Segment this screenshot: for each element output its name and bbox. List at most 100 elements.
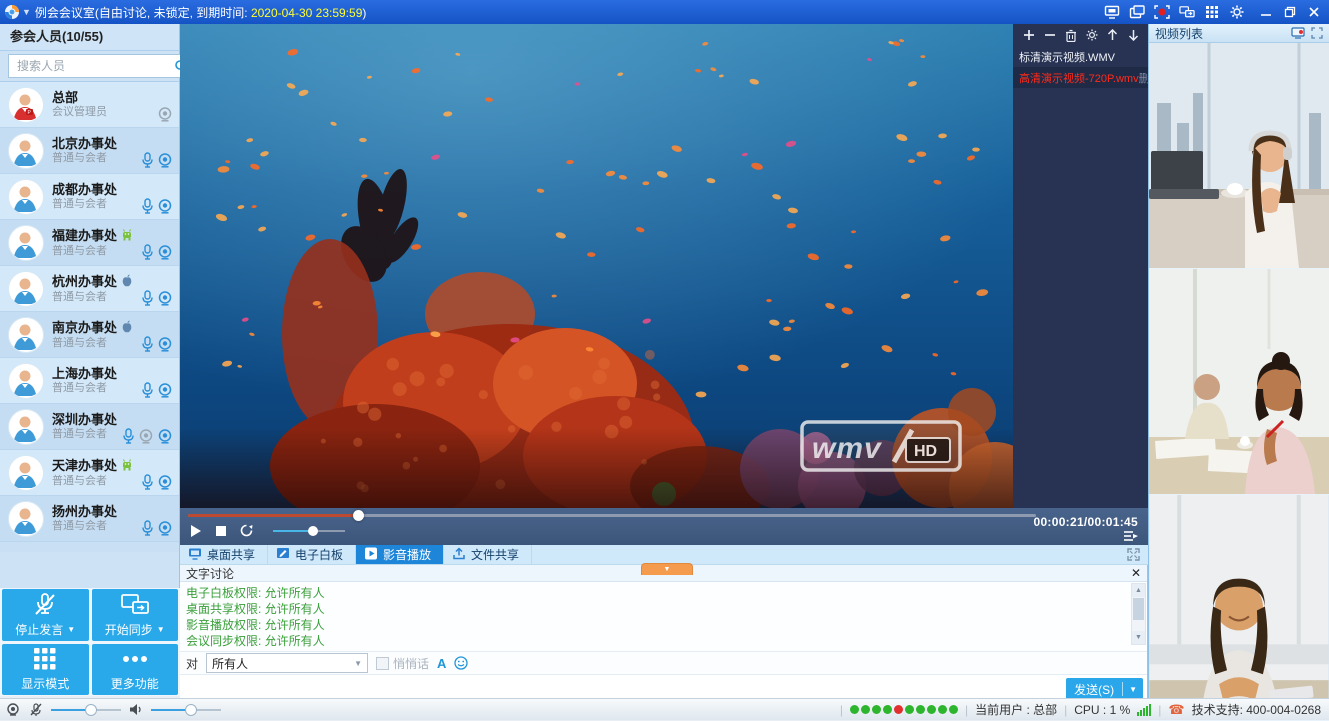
mic-icon[interactable] (122, 428, 135, 444)
action-more-button[interactable]: 更多功能 (92, 644, 179, 696)
webcam-icon[interactable] (157, 337, 173, 352)
participant-row[interactable]: 扬州办事处 普通与会者 (0, 496, 179, 542)
participant-row[interactable]: 北京办事处 普通与会者 (0, 128, 179, 174)
webcam-icon[interactable] (157, 291, 173, 306)
loop-icon[interactable] (240, 524, 253, 537)
search-box[interactable] (8, 54, 193, 78)
chat-collapse-handle[interactable]: ▼ (641, 563, 693, 575)
settings-icon[interactable] (1229, 4, 1245, 20)
player-volume-slider[interactable] (273, 530, 345, 532)
chevron-down-icon[interactable]: ▼ (157, 625, 165, 634)
participant-row[interactable]: P 总部 会议管理员 (0, 82, 179, 128)
status-dot-green (927, 705, 936, 714)
up-icon[interactable] (1106, 29, 1119, 42)
down-icon[interactable] (1127, 29, 1140, 42)
participant-row[interactable]: 深圳办事处 普通与会者 (0, 404, 179, 450)
webcam-icon[interactable] (157, 475, 173, 490)
minimize-icon[interactable] (1259, 5, 1273, 19)
video-thumbnail-2[interactable] (1149, 269, 1329, 495)
mic-volume-slider[interactable] (51, 709, 121, 711)
tab-file[interactable]: 文件共享 (444, 545, 532, 564)
add-icon[interactable] (1022, 29, 1035, 42)
participant-row[interactable]: 上海办事处 普通与会者 (0, 358, 179, 404)
search-input[interactable] (15, 58, 174, 74)
mic-muted-icon[interactable] (29, 703, 43, 717)
whisper-checkbox[interactable] (376, 657, 389, 670)
webcam-icon[interactable] (157, 521, 173, 536)
trash-icon[interactable] (1064, 29, 1077, 42)
webcam-icon[interactable] (157, 153, 173, 168)
webcam-gray-icon[interactable] (138, 429, 154, 444)
mic-icon[interactable] (141, 290, 154, 306)
close-icon[interactable] (1307, 5, 1321, 19)
playlist-item[interactable]: 标清演示视频.WMV (1013, 46, 1148, 67)
to-label: 对 (186, 655, 198, 672)
chevron-down-icon[interactable]: ▼ (67, 625, 75, 634)
webcam-icon[interactable] (157, 429, 173, 444)
scroll-up-icon[interactable]: ▲ (1132, 584, 1145, 597)
progress-bar[interactable] (188, 514, 1036, 517)
speaker-volume-slider[interactable] (151, 709, 221, 711)
font-style-button[interactable]: A (437, 656, 446, 671)
maximize-icon[interactable] (1283, 5, 1297, 19)
monitor-icon[interactable] (1291, 27, 1305, 39)
scroll-thumb[interactable] (1133, 598, 1144, 620)
playlist-delete-link[interactable]: 删除 (1139, 70, 1148, 86)
play-icon[interactable] (190, 525, 202, 537)
close-icon[interactable]: ✕ (1131, 567, 1141, 579)
participant-row[interactable]: 福建办事处 普通与会者 (0, 220, 179, 266)
mic-icon[interactable] (141, 520, 154, 536)
cast-icon[interactable] (1179, 4, 1195, 20)
webcam-gray-icon[interactable] (157, 107, 173, 122)
mic-icon[interactable] (141, 244, 154, 260)
mic-icon[interactable] (141, 336, 154, 352)
player-volume-knob[interactable] (308, 526, 318, 536)
stop-icon[interactable] (216, 526, 226, 536)
tab-desktop[interactable]: 桌面共享 (180, 545, 268, 564)
tab-media[interactable]: 影音播放 (356, 545, 444, 564)
chat-message: 电子白板权限: 允许所有人 (186, 585, 1129, 601)
webcam-icon[interactable] (157, 245, 173, 260)
send-options-caret[interactable]: ▼ (1123, 685, 1143, 694)
participant-name: 南京办事处 (52, 320, 117, 335)
participant-name: 成都办事处 (52, 182, 117, 197)
remove-icon[interactable] (1043, 29, 1056, 42)
whisper-option[interactable]: 悄悄话 (376, 655, 429, 672)
video-thumbnail-3[interactable] (1149, 495, 1329, 721)
webcam-icon[interactable] (6, 703, 21, 717)
recipient-select[interactable]: 所有人 ▼ (206, 653, 368, 673)
expand-icon[interactable] (1311, 27, 1323, 39)
playlist-item[interactable]: 高清演示视频-720P.wmv删除 (1013, 67, 1148, 88)
screen-share-icon[interactable] (1104, 4, 1120, 20)
action-mic-off-button[interactable]: 停止发言▼ (2, 589, 89, 641)
participant-row[interactable]: 天津办事处 普通与会者 (0, 450, 179, 496)
send-button[interactable]: 发送(S) ▼ (1066, 678, 1143, 700)
participant-role: 会议管理员 (52, 106, 157, 119)
playlist-toggle-icon[interactable] (1123, 530, 1138, 542)
scroll-down-icon[interactable]: ▼ (1132, 631, 1145, 644)
participant-row[interactable]: 南京办事处 普通与会者 (0, 312, 179, 358)
record-icon[interactable] (1154, 4, 1170, 20)
tab-whiteboard[interactable]: 电子白板 (268, 545, 356, 564)
action-grid-button[interactable]: 显示模式 (2, 644, 89, 696)
participant-name: 深圳办事处 (52, 412, 117, 427)
webcam-icon[interactable] (157, 199, 173, 214)
speaker-icon[interactable] (129, 703, 143, 716)
emoji-button[interactable] (454, 656, 468, 670)
settings-icon[interactable] (1085, 29, 1098, 42)
layout-icon[interactable] (1129, 4, 1145, 20)
mic-icon[interactable] (141, 198, 154, 214)
mic-icon[interactable] (141, 474, 154, 490)
grid-icon[interactable] (1204, 4, 1220, 20)
mic-icon[interactable] (141, 152, 154, 168)
chat-scrollbar[interactable]: ▲ ▼ (1131, 583, 1146, 645)
chevron-down-icon[interactable]: ▼ (22, 7, 31, 17)
expand-icon[interactable] (1127, 548, 1140, 561)
action-cast-button[interactable]: 开始同步▼ (92, 589, 179, 641)
participant-row[interactable]: 成都办事处 普通与会者 (0, 174, 179, 220)
mic-icon[interactable] (141, 382, 154, 398)
webcam-icon[interactable] (157, 383, 173, 398)
video-thumbnail-1[interactable] (1149, 43, 1329, 269)
participant-row[interactable]: 杭州办事处 普通与会者 (0, 266, 179, 312)
progress-knob[interactable] (353, 510, 364, 521)
